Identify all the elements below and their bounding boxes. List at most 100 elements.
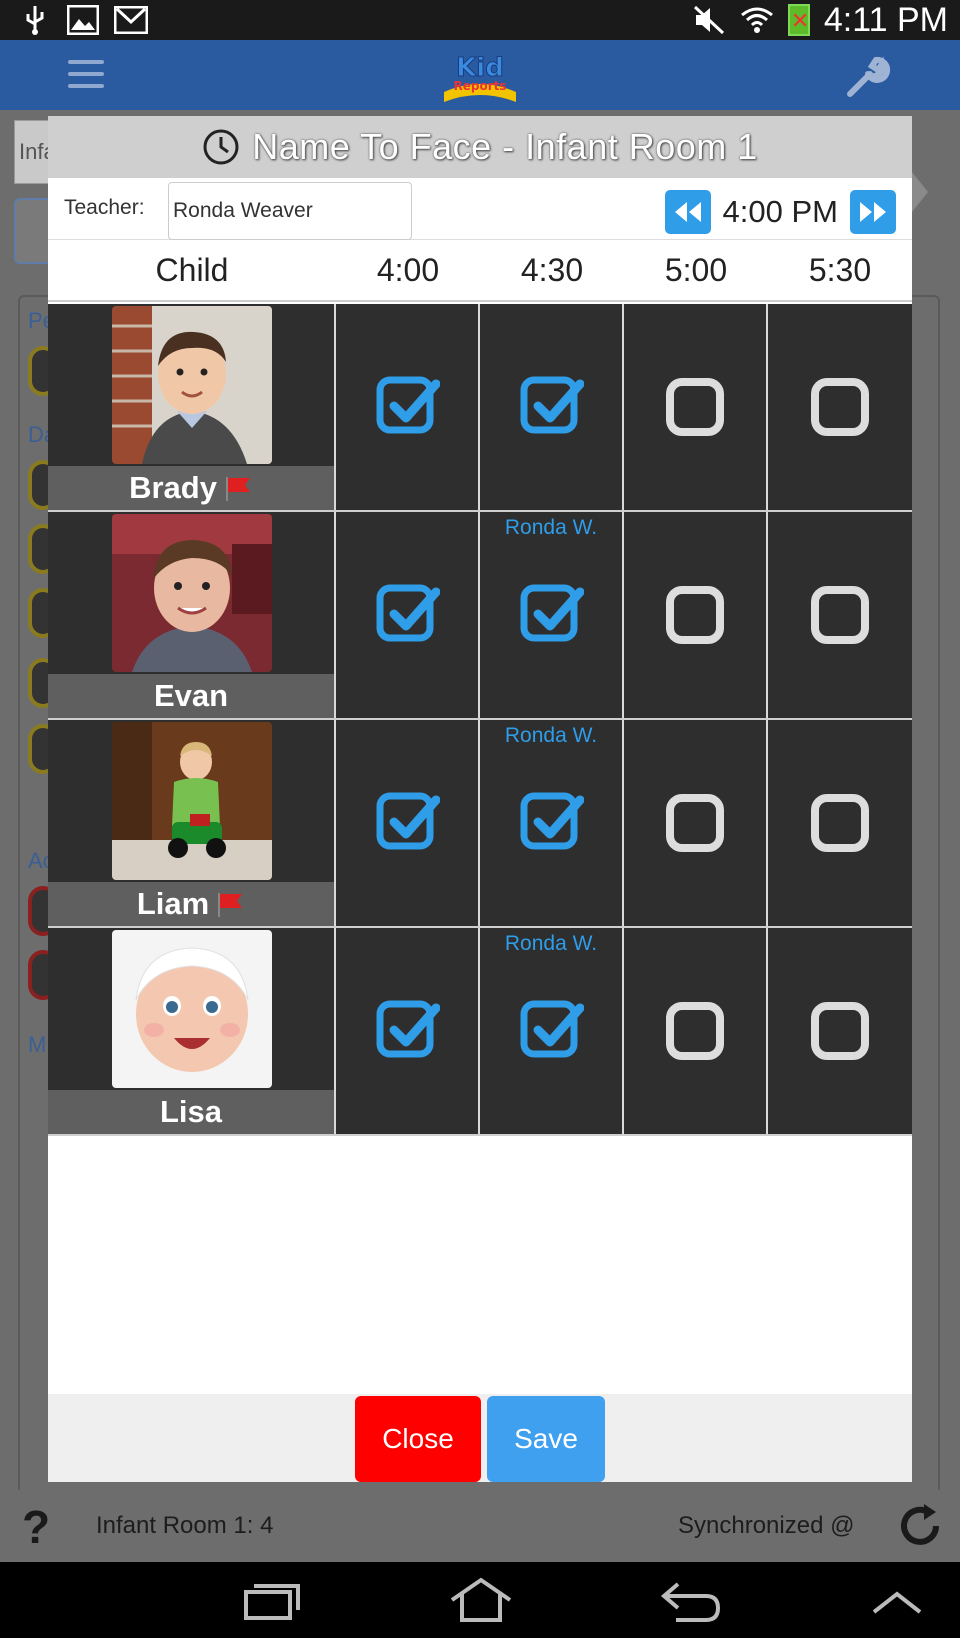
attendance-grid: Brady Evan Ronda W. Liam Ronda W. Lisa R… bbox=[48, 304, 912, 1136]
checked-box-icon bbox=[520, 792, 584, 850]
status-bar: 4:11 PM bbox=[0, 0, 960, 40]
current-time: 4:00 PM bbox=[722, 194, 838, 229]
close-button[interactable]: Close bbox=[355, 1396, 481, 1482]
check-slot[interactable] bbox=[624, 512, 768, 718]
grid-header: Child 4:00 4:30 5:00 5:30 bbox=[48, 240, 912, 302]
help-icon[interactable]: ? bbox=[22, 1500, 50, 1554]
unchecked-box-icon bbox=[666, 794, 724, 852]
checked-box-icon bbox=[376, 792, 440, 850]
checked-box-icon bbox=[376, 376, 440, 434]
check-slot[interactable] bbox=[336, 304, 480, 510]
unchecked-box-icon bbox=[811, 1002, 869, 1060]
checked-box-icon bbox=[520, 376, 584, 434]
child-photo bbox=[112, 930, 272, 1088]
check-slot[interactable] bbox=[336, 720, 480, 926]
background-next-arrow[interactable] bbox=[912, 172, 928, 212]
check-slot[interactable] bbox=[768, 512, 912, 718]
column-header-time: 4:00 bbox=[376, 251, 440, 288]
sync-status: Synchronized @ bbox=[678, 1512, 855, 1539]
teacher-tag: Ronda W. bbox=[504, 724, 598, 747]
check-slot[interactable]: Ronda W. bbox=[480, 512, 624, 718]
wifi-icon bbox=[740, 4, 774, 36]
dialog-title-bar: Name To Face - Infant Room 1 bbox=[48, 116, 912, 178]
check-slot[interactable]: Ronda W. bbox=[480, 720, 624, 926]
time-navigator: 4:00 PM bbox=[664, 190, 896, 234]
svg-text:Reports: Reports bbox=[453, 79, 506, 93]
mute-icon bbox=[692, 4, 726, 36]
unchecked-box-icon bbox=[811, 378, 869, 436]
child-row: Evan Ronda W. bbox=[48, 512, 912, 720]
check-slot[interactable] bbox=[768, 720, 912, 926]
column-header-time: 4:30 bbox=[520, 251, 584, 288]
child-cell: Liam bbox=[48, 720, 336, 926]
child-row: Liam Ronda W. bbox=[48, 720, 912, 928]
image-icon bbox=[66, 4, 100, 36]
flag-icon bbox=[218, 893, 243, 917]
checked-box-icon bbox=[520, 584, 584, 642]
unchecked-box-icon bbox=[811, 586, 869, 644]
teacher-field[interactable] bbox=[168, 182, 412, 240]
checked-box-icon bbox=[376, 584, 440, 642]
child-row: Lisa Ronda W. bbox=[48, 928, 912, 1136]
child-name-bar[interactable]: Lisa bbox=[48, 1090, 334, 1134]
unchecked-box-icon bbox=[666, 1002, 724, 1060]
check-slot[interactable] bbox=[624, 720, 768, 926]
check-slot[interactable] bbox=[336, 512, 480, 718]
child-name: Brady bbox=[129, 470, 217, 505]
menu-icon[interactable] bbox=[68, 60, 104, 96]
check-slot[interactable] bbox=[768, 928, 912, 1134]
teacher-label: Teacher: bbox=[64, 196, 145, 219]
battery-icon bbox=[787, 4, 810, 36]
checked-box-icon bbox=[376, 1000, 440, 1058]
check-slot[interactable] bbox=[768, 304, 912, 510]
child-photo bbox=[112, 306, 272, 464]
usb-icon bbox=[18, 4, 52, 36]
unchecked-box-icon bbox=[666, 378, 724, 436]
child-photo bbox=[112, 722, 272, 880]
refresh-icon[interactable] bbox=[896, 1502, 944, 1550]
check-slot[interactable] bbox=[480, 304, 624, 510]
teacher-tag: Ronda W. bbox=[504, 932, 598, 955]
save-button[interactable]: Save bbox=[487, 1396, 605, 1482]
child-name: Liam bbox=[136, 886, 210, 921]
check-slot[interactable] bbox=[624, 304, 768, 510]
checked-box-icon bbox=[520, 1000, 584, 1058]
flag-icon bbox=[225, 477, 250, 501]
check-slot[interactable] bbox=[336, 928, 480, 1134]
child-name-bar[interactable]: Evan bbox=[48, 674, 334, 718]
child-name: Evan bbox=[153, 678, 229, 713]
app-header: Kid Reports bbox=[0, 40, 960, 110]
column-header-child: Child bbox=[155, 251, 229, 288]
column-header-time: 5:30 bbox=[808, 251, 872, 288]
unchecked-box-icon bbox=[666, 586, 724, 644]
child-photo bbox=[112, 514, 272, 672]
dialog-title: Name To Face - Infant Room 1 bbox=[252, 126, 758, 167]
home-icon[interactable] bbox=[446, 1576, 516, 1624]
recent-apps-icon[interactable] bbox=[236, 1576, 306, 1624]
name-to-face-dialog: Name To Face - Infant Room 1 Teacher: 4:… bbox=[48, 116, 912, 1482]
app-logo: Kid Reports bbox=[440, 46, 520, 104]
child-row: Brady bbox=[48, 304, 912, 512]
wrench-icon[interactable] bbox=[842, 52, 892, 98]
next-time-button[interactable] bbox=[850, 190, 896, 234]
child-cell: Lisa bbox=[48, 928, 336, 1134]
child-name-bar[interactable]: Brady bbox=[48, 466, 334, 510]
child-cell: Brady bbox=[48, 304, 336, 510]
gmail-icon bbox=[114, 4, 148, 36]
previous-time-button[interactable] bbox=[664, 190, 711, 234]
child-cell: Evan bbox=[48, 512, 336, 718]
system-nav-bar bbox=[0, 1562, 960, 1638]
check-slot[interactable]: Ronda W. bbox=[480, 928, 624, 1134]
clock-icon bbox=[203, 129, 239, 165]
app-footer: ? Infant Room 1: 4 Synchronized @ bbox=[0, 1490, 960, 1562]
rewind-icon bbox=[674, 202, 701, 222]
child-name-bar[interactable]: Liam bbox=[48, 882, 334, 926]
child-name: Lisa bbox=[159, 1094, 223, 1129]
chevron-up-icon[interactable] bbox=[862, 1576, 932, 1624]
status-time: 4:11 PM bbox=[823, 0, 948, 39]
room-count: Infant Room 1: 4 bbox=[96, 1512, 274, 1539]
column-header-time: 5:00 bbox=[664, 251, 728, 288]
check-slot[interactable] bbox=[624, 928, 768, 1134]
fast-forward-icon bbox=[860, 202, 886, 222]
back-icon[interactable] bbox=[656, 1576, 726, 1624]
